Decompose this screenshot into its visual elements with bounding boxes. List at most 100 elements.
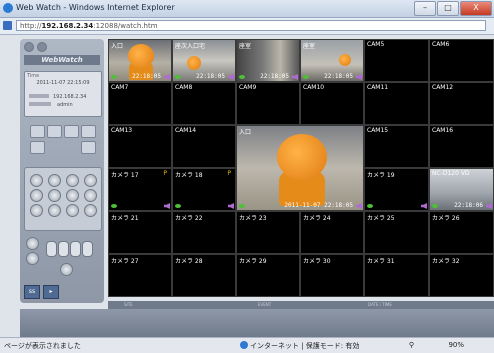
ptz-keypad bbox=[24, 167, 102, 231]
camera-tile[interactable]: CAM11 bbox=[364, 82, 429, 125]
web-watch-app: WebWatch Time 2011-11-07 22:15:09 192.16… bbox=[0, 35, 494, 337]
camera-tile[interactable]: カメラ 18 P bbox=[172, 168, 236, 211]
info-panel: Time 2011-11-07 22:15:09 192.168.2.34 ad… bbox=[24, 71, 102, 117]
camera-tile[interactable]: CAM10 bbox=[300, 82, 364, 125]
zoom-icon[interactable]: ⚲ bbox=[409, 341, 414, 349]
camera-tile[interactable]: CAM13 bbox=[108, 125, 172, 168]
info-header: Time bbox=[27, 73, 40, 79]
fullscreen-button[interactable] bbox=[81, 141, 96, 154]
keypad-button[interactable] bbox=[66, 189, 79, 202]
keypad-button[interactable] bbox=[84, 174, 97, 187]
camera-tile[interactable]: CAM14 bbox=[172, 125, 236, 168]
camera-tile[interactable]: NC-D120 VD 22:18:06 bbox=[429, 168, 494, 211]
speaker-icon bbox=[164, 203, 170, 209]
ptz-controls bbox=[24, 235, 100, 279]
address-bar: http://192.168.2.34:12088/watch.htm bbox=[0, 18, 494, 35]
eye-icon bbox=[175, 75, 181, 79]
eye-icon bbox=[111, 75, 117, 79]
camera-tile[interactable]: カメラ 32 bbox=[429, 254, 494, 297]
keypad-button[interactable] bbox=[48, 174, 61, 187]
refresh-icon[interactable] bbox=[60, 263, 73, 276]
settings-icon[interactable]: ss bbox=[24, 285, 40, 299]
eye-icon bbox=[239, 75, 245, 79]
server-ip: 192.168.2.34 bbox=[53, 94, 87, 100]
camera-tile[interactable]: 座次入口宅 22:18:05 bbox=[172, 39, 236, 82]
camera-tile[interactable]: カメラ 27 bbox=[108, 254, 172, 297]
camera-tile[interactable]: カメラ 17 P bbox=[108, 168, 172, 211]
eye-icon bbox=[367, 204, 373, 208]
camera-tile[interactable]: カメラ 19 bbox=[364, 168, 429, 211]
camera-tile[interactable]: カメラ 25 bbox=[364, 211, 429, 254]
event-list-header: SITE EVENT DATE / TIME bbox=[108, 301, 494, 309]
app-logo: WebWatch bbox=[24, 55, 100, 65]
keypad-button[interactable] bbox=[30, 189, 43, 202]
keypad-button[interactable] bbox=[30, 204, 43, 217]
record-icon[interactable]: ▸ bbox=[43, 285, 59, 299]
status-text: ページが表示されました bbox=[4, 342, 81, 350]
camera-tile[interactable]: カメラ 26 bbox=[429, 211, 494, 254]
camera-tile[interactable]: CAM5 bbox=[364, 39, 429, 82]
zoom-in-icon[interactable] bbox=[26, 237, 39, 250]
window-title: Web Watch - Windows Internet Explorer bbox=[16, 3, 175, 12]
timestamp: 2011-11-07 22:18:05 bbox=[284, 202, 353, 209]
event-list[interactable] bbox=[20, 309, 494, 337]
keypad-button[interactable] bbox=[66, 204, 79, 217]
speaker-icon bbox=[421, 203, 427, 209]
ptz-pill-button[interactable] bbox=[70, 241, 81, 257]
close-button[interactable]: X bbox=[460, 1, 492, 16]
eye-icon bbox=[239, 204, 245, 208]
camera-tile[interactable]: カメラ 22 bbox=[172, 211, 236, 254]
camera-tile[interactable]: CAM8 bbox=[172, 82, 236, 125]
zoom-out-icon[interactable] bbox=[26, 252, 39, 265]
minimize-button[interactable]: – bbox=[414, 1, 436, 16]
layout-2x2-button[interactable] bbox=[47, 125, 62, 138]
layout-buttons bbox=[24, 121, 100, 161]
maximize-button[interactable]: □ bbox=[437, 1, 459, 16]
security-zone[interactable]: インターネット | 保護モード: 有効 bbox=[250, 341, 359, 351]
camera-tile[interactable]: CAM12 bbox=[429, 82, 494, 125]
keypad-button[interactable] bbox=[48, 189, 61, 202]
camera-tile[interactable]: カメラ 24 bbox=[300, 211, 364, 254]
camera-tile[interactable]: CAM6 bbox=[429, 39, 494, 82]
camera-tile[interactable]: カメラ 23 bbox=[236, 211, 300, 254]
camera-tile[interactable]: カメラ 31 bbox=[364, 254, 429, 297]
keypad-button[interactable] bbox=[84, 204, 97, 217]
eye-icon bbox=[111, 204, 117, 208]
camera-tile-enlarged[interactable]: 入口 2011-11-07 22:18:05 bbox=[236, 125, 364, 211]
camera-tile[interactable]: カメラ 29 bbox=[236, 254, 300, 297]
camera-grid: 入口 22:18:05 座次入口宅 22:18:05 座室 22:18:05 座… bbox=[108, 39, 494, 297]
camera-tile[interactable]: 入口 22:18:05 bbox=[108, 39, 172, 82]
window-titlebar: Web Watch - Windows Internet Explorer – … bbox=[0, 0, 494, 18]
nav-back-icon[interactable] bbox=[24, 42, 34, 52]
layout-3x3-button[interactable] bbox=[64, 125, 79, 138]
camera-tile[interactable]: CAM7 bbox=[108, 82, 172, 125]
camera-tile[interactable]: CAM15 bbox=[364, 125, 429, 168]
layout-4x4-button[interactable] bbox=[81, 125, 96, 138]
keypad-button[interactable] bbox=[30, 174, 43, 187]
camera-tile[interactable]: CAM9 bbox=[236, 82, 300, 125]
camera-tile[interactable]: 座室 22:18:05 bbox=[300, 39, 364, 82]
ptz-pill-button[interactable] bbox=[82, 241, 93, 257]
keypad-button[interactable] bbox=[84, 189, 97, 202]
user-name: admin bbox=[57, 102, 73, 108]
eye-icon bbox=[175, 204, 181, 208]
status-bar: ページが表示されました インターネット | 保護モード: 有効 ⚲ 90% bbox=[0, 337, 494, 353]
camera-tile[interactable]: CAM16 bbox=[429, 125, 494, 168]
ptz-pill-button[interactable] bbox=[58, 241, 69, 257]
nav-forward-icon[interactable] bbox=[37, 42, 47, 52]
keypad-button[interactable] bbox=[48, 204, 61, 217]
camera-tile[interactable]: カメラ 21 bbox=[108, 211, 172, 254]
layout-1x1-button[interactable] bbox=[30, 125, 45, 138]
control-sidebar: WebWatch Time 2011-11-07 22:15:09 192.16… bbox=[20, 39, 104, 303]
zoom-level[interactable]: 90% bbox=[448, 341, 464, 349]
eye-icon bbox=[303, 75, 309, 79]
address-field[interactable]: http://192.168.2.34:12088/watch.htm bbox=[16, 20, 486, 31]
keypad-button[interactable] bbox=[66, 174, 79, 187]
layout-custom-button[interactable] bbox=[30, 141, 45, 154]
ptz-pill-button[interactable] bbox=[46, 241, 57, 257]
speaker-icon bbox=[228, 203, 234, 209]
camera-tile[interactable]: 座室 22:18:05 bbox=[236, 39, 300, 82]
camera-tile[interactable]: カメラ 30 bbox=[300, 254, 364, 297]
ie-icon bbox=[3, 3, 13, 13]
camera-tile[interactable]: カメラ 28 bbox=[172, 254, 236, 297]
